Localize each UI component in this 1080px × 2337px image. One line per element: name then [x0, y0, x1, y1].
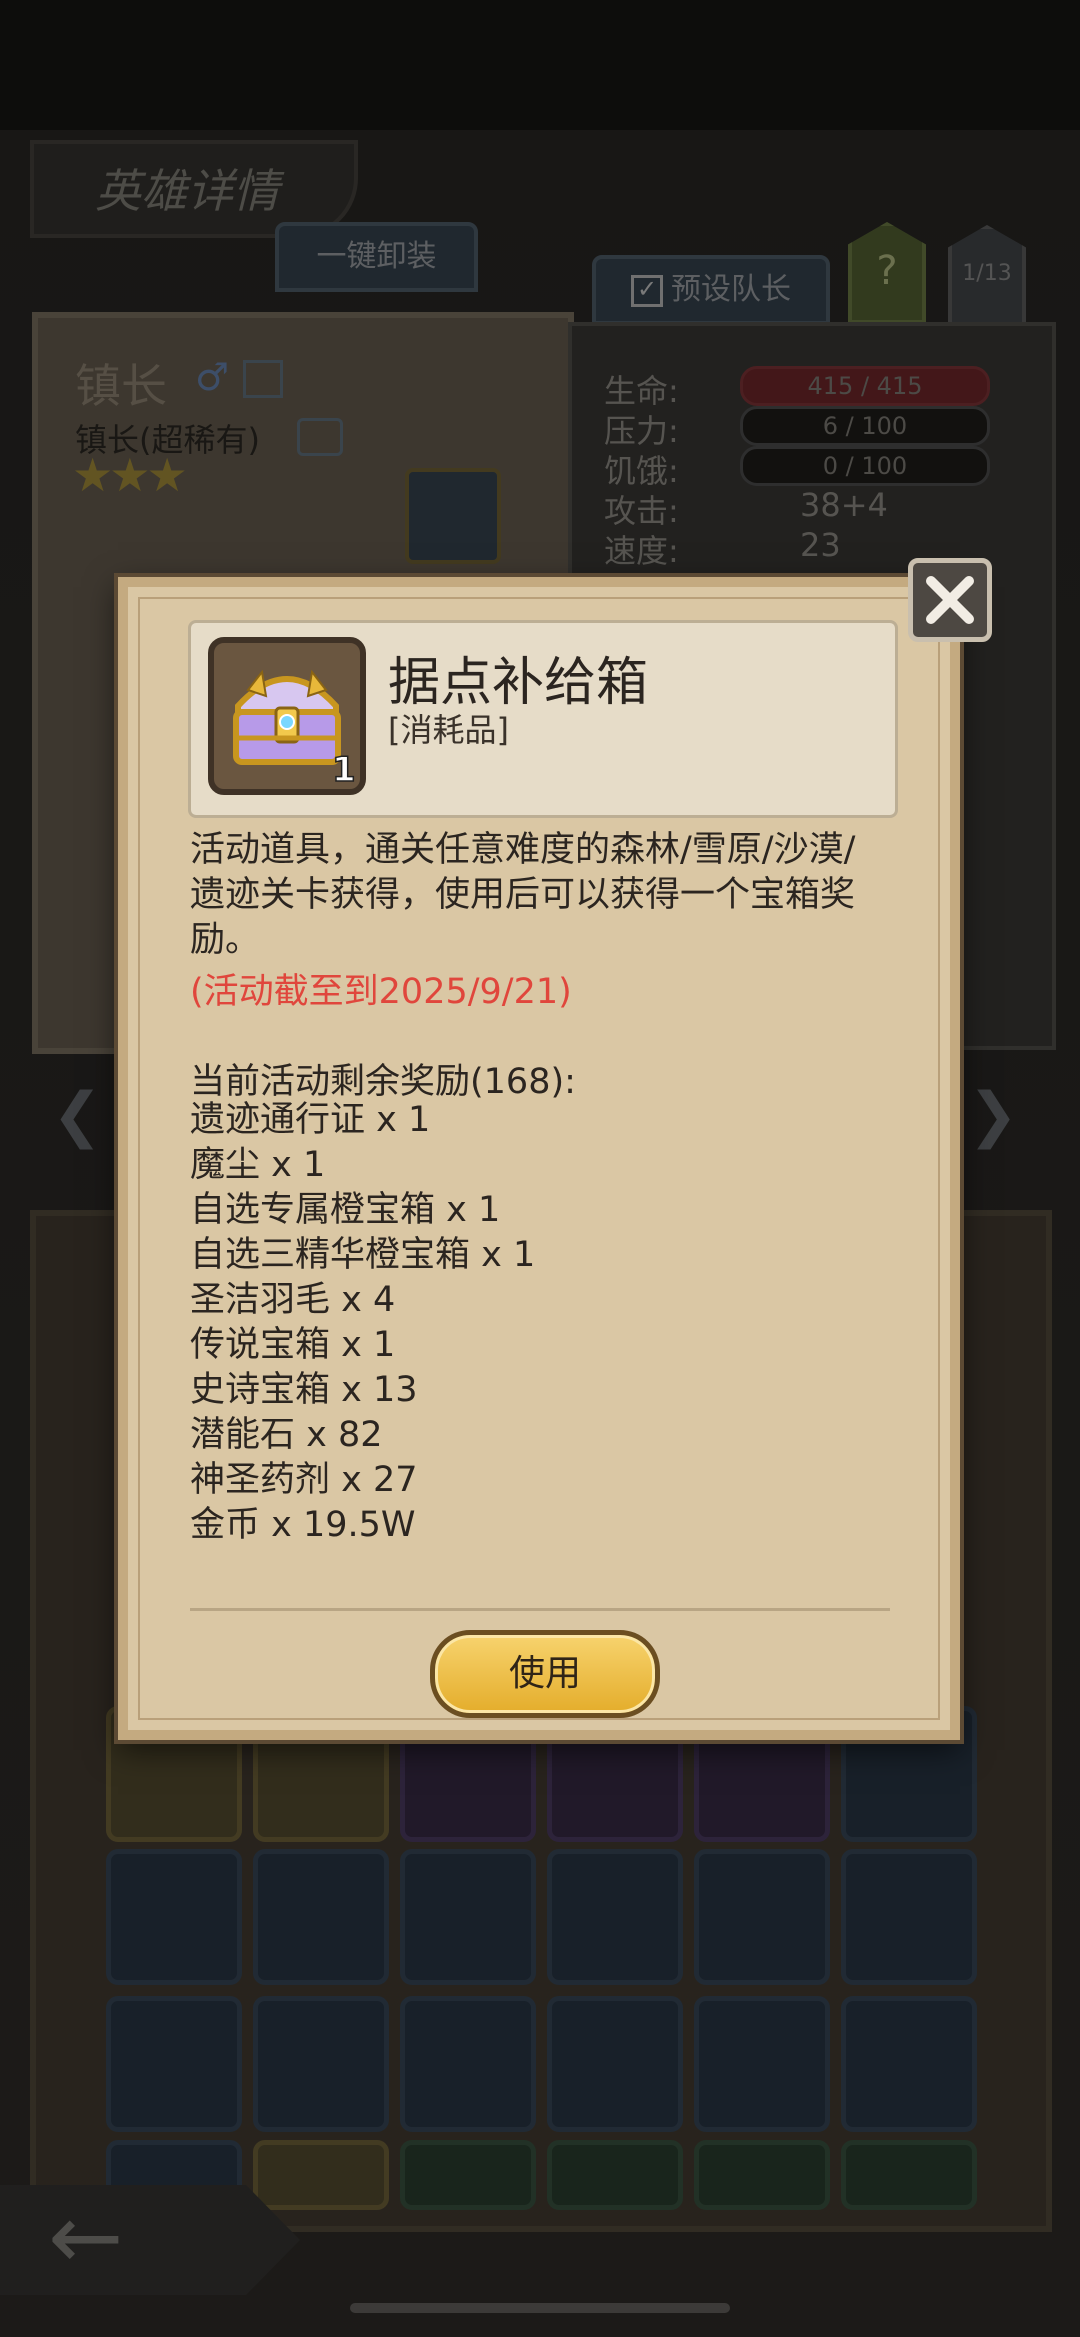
- reward-item: 自选专属橙宝箱 x 1: [190, 1190, 501, 1230]
- reward-item: 潜能石 x 82: [190, 1415, 383, 1455]
- event-deadline: (活动截至到2025/9/21): [190, 972, 572, 1012]
- use-button[interactable]: 使用: [430, 1630, 660, 1718]
- item-description: 活动道具，通关任意难度的森林/雪原/沙漠/遗迹关卡获得，使用后可以获得一个宝箱奖…: [190, 830, 856, 960]
- reward-item: 圣洁羽毛 x 4: [190, 1280, 396, 1320]
- dialog-divider: [190, 1608, 890, 1611]
- close-button[interactable]: [908, 558, 992, 642]
- close-x-icon: [926, 576, 974, 624]
- reward-item: 魔尘 x 1: [190, 1145, 326, 1185]
- item-type: [消耗品]: [388, 711, 509, 749]
- reward-item: 遗迹通行证 x 1: [190, 1100, 431, 1140]
- reward-item: 自选三精华橙宝箱 x 1: [190, 1235, 536, 1275]
- reward-item: 史诗宝箱 x 13: [190, 1370, 418, 1410]
- reward-item: 金币 x 19.5W: [190, 1505, 416, 1545]
- reward-item: 传说宝箱 x 1: [190, 1325, 396, 1365]
- reward-item: 神圣药剂 x 27: [190, 1460, 418, 1500]
- item-name: 据点补给箱: [388, 653, 649, 713]
- item-quantity: 1: [331, 749, 356, 791]
- rewards-title: 当前活动剩余奖励(168):: [190, 1062, 576, 1102]
